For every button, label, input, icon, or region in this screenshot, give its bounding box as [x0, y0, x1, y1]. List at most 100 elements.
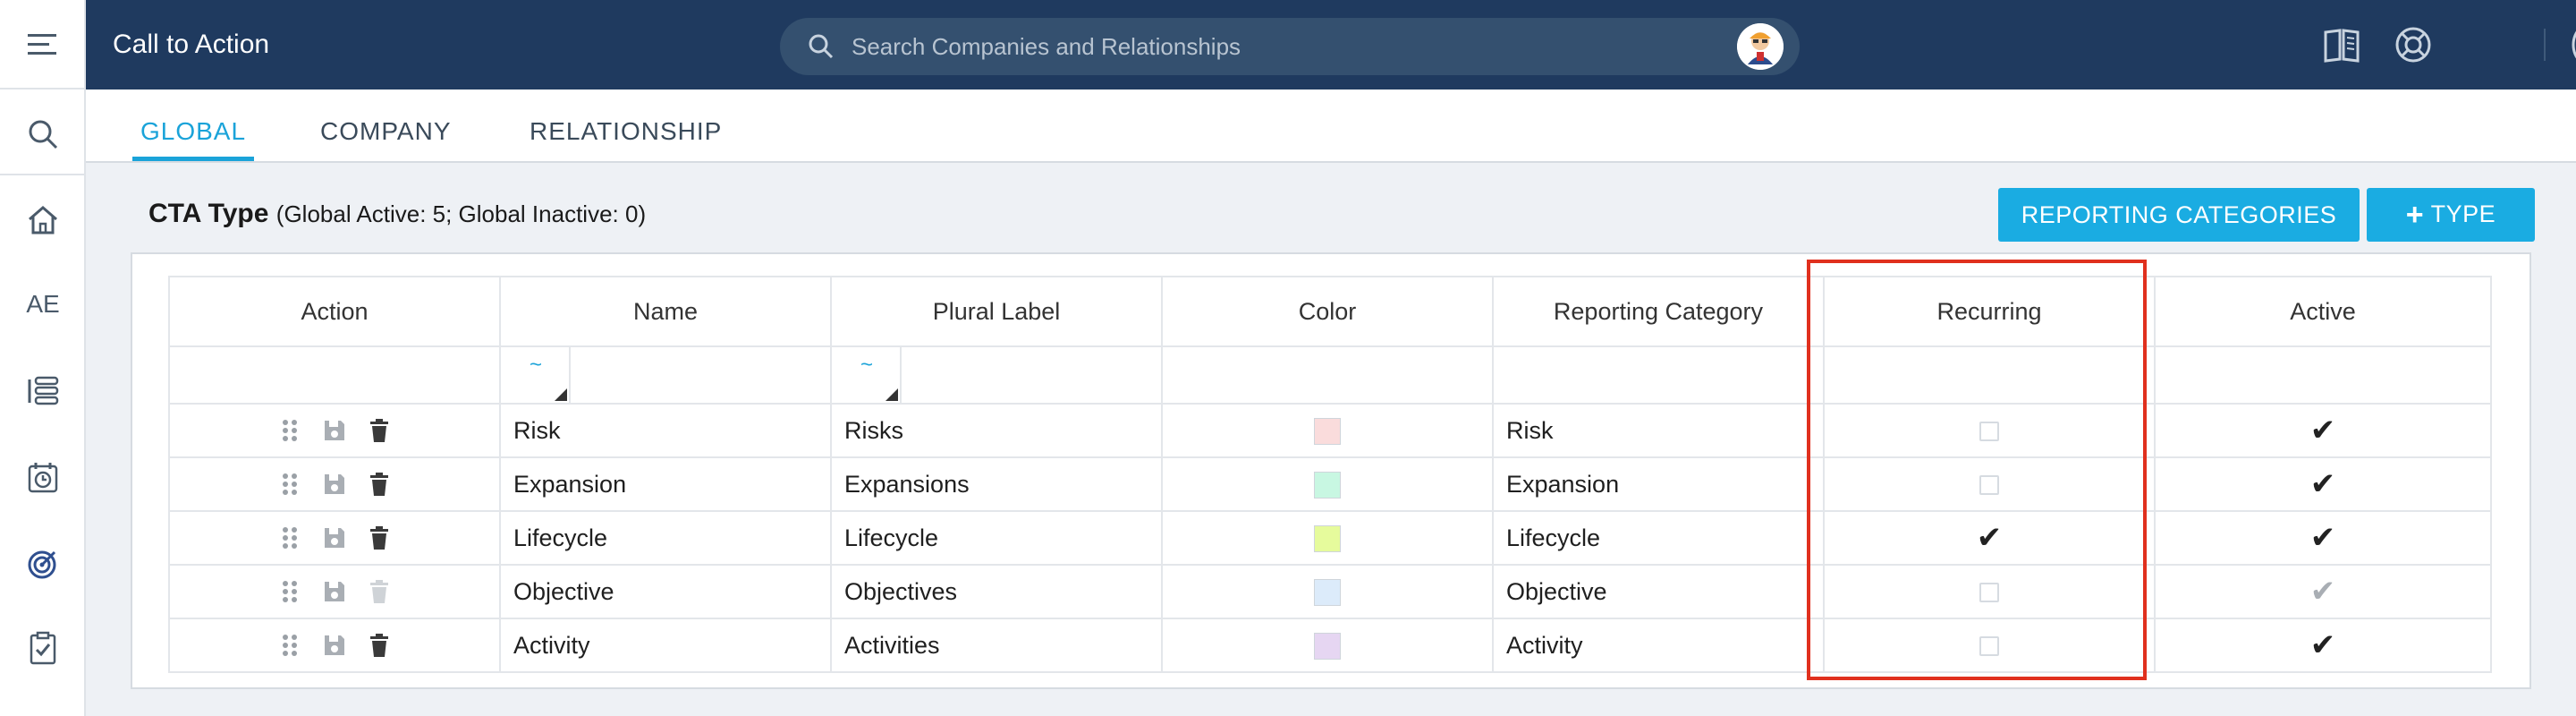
cell-recurring[interactable]	[1823, 456, 2156, 512]
cell-name: Objective	[499, 564, 832, 619]
nav-calendar[interactable]	[0, 442, 86, 514]
cell-active[interactable]: ✔	[2154, 510, 2492, 566]
active-checkmark-icon[interactable]: ✔	[2310, 467, 2336, 501]
filter-cell-name[interactable]: ~	[499, 345, 832, 405]
header-divider	[2544, 29, 2546, 61]
cell-active[interactable]: ✔	[2154, 403, 2492, 458]
timeline-icon	[28, 376, 59, 405]
cell-name: Activity	[499, 618, 832, 673]
cell-recurring[interactable]	[1823, 403, 2156, 458]
col-header-reporting-category: Reporting Category	[1492, 276, 1825, 347]
color-swatch[interactable]	[1314, 524, 1341, 552]
cell-active[interactable]: ✔	[2154, 564, 2492, 619]
col-header-color: Color	[1161, 276, 1494, 347]
assistant-avatar-icon	[1737, 23, 1784, 70]
name-filter-operator[interactable]: ~	[501, 347, 571, 403]
search-icon	[809, 34, 834, 59]
color-swatch[interactable]	[1314, 632, 1341, 660]
cell-color	[1161, 510, 1494, 566]
drag-handle-icon[interactable]	[276, 632, 303, 659]
filter-dropdown-icon	[555, 388, 567, 401]
row-actions	[168, 456, 501, 512]
save-icon[interactable]	[321, 632, 348, 659]
cell-recurring[interactable]	[1823, 618, 2156, 673]
active-checkmark-icon[interactable]: ✔	[2310, 628, 2336, 662]
cell-reporting-category: Expansion	[1492, 456, 1825, 512]
search-input[interactable]	[852, 18, 1657, 75]
drag-handle-icon[interactable]	[276, 417, 303, 444]
tab-global[interactable]: GLOBAL	[132, 90, 254, 161]
cell-recurring[interactable]	[1823, 564, 2156, 619]
save-icon[interactable]	[321, 417, 348, 444]
target-icon	[28, 550, 56, 579]
table-row: Lifecycle Lifecycle Lifecycle ✔ ✔	[168, 510, 2492, 566]
cell-reporting-category: Lifecycle	[1492, 510, 1825, 566]
save-icon[interactable]	[321, 578, 348, 605]
nav-ae-label: AE	[26, 290, 60, 318]
nav-home[interactable]	[0, 184, 86, 256]
book-icon[interactable]	[2320, 23, 2363, 66]
filter-dropdown-icon	[886, 388, 898, 401]
row-actions	[168, 618, 501, 673]
cta-type-heading: CTA Type (Global Active: 5; Global Inact…	[148, 199, 646, 229]
menu-button[interactable]	[0, 0, 84, 90]
nav-search[interactable]	[0, 98, 86, 170]
drag-handle-icon[interactable]	[276, 471, 303, 498]
cell-plural-label: Objectives	[830, 564, 1163, 619]
cell-active[interactable]: ✔	[2154, 618, 2492, 673]
add-type-button[interactable]: + TYPE	[2367, 188, 2535, 242]
top-header: Call to Action	[86, 0, 2576, 90]
calendar-clock-icon	[28, 463, 58, 493]
help-icon[interactable]	[2392, 23, 2435, 66]
active-checkmark-icon[interactable]: ✔	[2310, 413, 2336, 448]
recurring-checkbox[interactable]	[1979, 583, 1999, 603]
tab-relationship[interactable]: RELATIONSHIP	[530, 90, 722, 161]
col-header-name[interactable]: Name	[499, 276, 832, 347]
col-header-plural-label[interactable]: Plural Label	[830, 276, 1163, 347]
nav-ae[interactable]: AE	[0, 268, 86, 340]
filter-cell-recurring	[1823, 345, 2156, 405]
user-profile-icon[interactable]	[2571, 18, 2576, 72]
delete-icon[interactable]	[366, 632, 393, 659]
cell-active[interactable]: ✔	[2154, 456, 2492, 512]
delete-icon[interactable]	[366, 417, 393, 444]
nav-tasks[interactable]	[0, 612, 86, 684]
add-type-label: TYPE	[2430, 200, 2496, 227]
delete-icon[interactable]	[366, 524, 393, 551]
color-swatch[interactable]	[1314, 417, 1341, 445]
cell-recurring[interactable]: ✔	[1823, 510, 2156, 566]
save-icon[interactable]	[321, 524, 348, 551]
page-title: Call to Action	[113, 30, 270, 59]
delete-icon[interactable]	[366, 471, 393, 498]
nav-cta[interactable]	[0, 528, 86, 600]
cell-plural-label: Activities	[830, 618, 1163, 673]
drag-handle-icon[interactable]	[276, 524, 303, 551]
plural-filter-operator[interactable]: ~	[832, 347, 902, 403]
cell-color	[1161, 403, 1494, 458]
save-icon[interactable]	[321, 471, 348, 498]
cell-color	[1161, 564, 1494, 619]
active-checkmark-icon[interactable]: ✔	[2310, 575, 2336, 609]
cell-plural-label: Lifecycle	[830, 510, 1163, 566]
home-icon	[29, 206, 57, 234]
drag-handle-icon[interactable]	[276, 578, 303, 605]
tab-company[interactable]: COMPANY	[320, 90, 452, 161]
color-swatch[interactable]	[1314, 471, 1341, 499]
recurring-checkbox[interactable]	[1979, 422, 1999, 442]
cell-name: Risk	[499, 403, 832, 458]
filter-cell-plural-label[interactable]: ~	[830, 345, 1163, 405]
delete-icon[interactable]	[366, 578, 393, 605]
recurring-checkmark-icon[interactable]: ✔	[1977, 521, 2003, 555]
color-swatch[interactable]	[1314, 578, 1341, 606]
col-header-recurring: Recurring	[1823, 276, 2156, 347]
global-search[interactable]	[780, 18, 1800, 75]
col-header-active: Active	[2154, 276, 2492, 347]
cell-reporting-category: Objective	[1492, 564, 1825, 619]
assistant-avatar[interactable]	[1737, 23, 1784, 70]
active-checkmark-icon[interactable]: ✔	[2310, 521, 2336, 555]
nav-timeline[interactable]	[0, 354, 86, 426]
recurring-checkbox[interactable]	[1979, 475, 1999, 496]
recurring-checkbox[interactable]	[1979, 636, 1999, 657]
filter-operator-symbol: ~	[530, 353, 543, 377]
reporting-categories-button[interactable]: REPORTING CATEGORIES	[1998, 188, 2360, 242]
